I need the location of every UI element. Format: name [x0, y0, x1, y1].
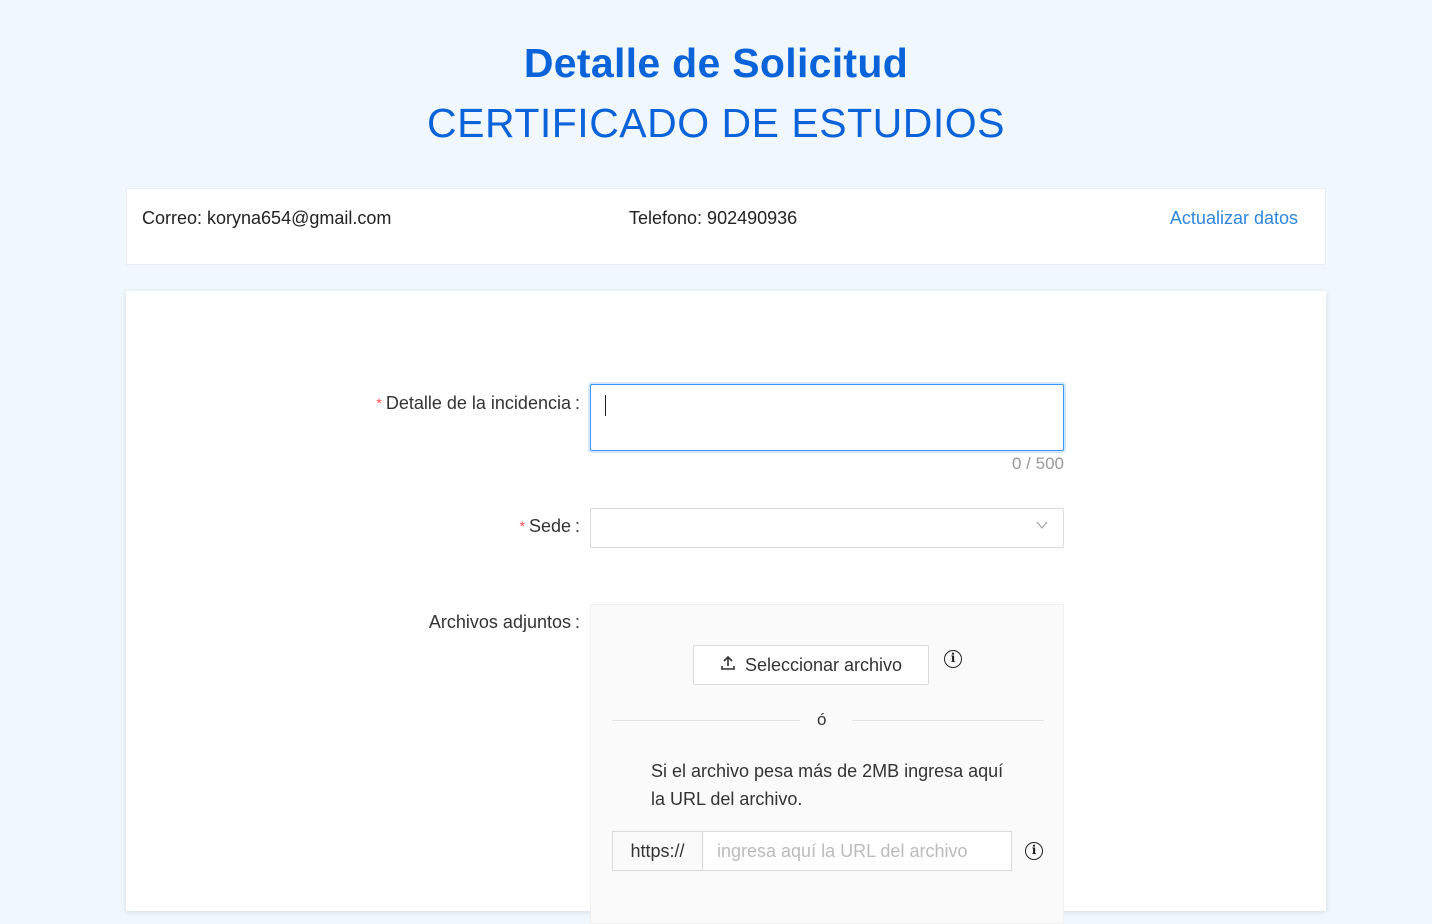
attachments-label: Archivos adjuntos:: [126, 612, 580, 633]
update-data-link[interactable]: Actualizar datos: [1170, 208, 1298, 229]
label-colon: :: [574, 393, 580, 413]
page-subtitle: CERTIFICADO DE ESTUDIOS: [427, 100, 1005, 146]
info-icon[interactable]: i: [944, 650, 962, 668]
divider-line: [852, 720, 1044, 721]
detail-textarea[interactable]: [590, 384, 1064, 451]
sede-label: * Sede:: [126, 516, 580, 537]
contact-email: Correo: koryna654@gmail.com: [142, 208, 392, 228]
required-mark: *: [376, 395, 382, 411]
contact-card: Correo: koryna654@gmail.com Telefono: 90…: [126, 188, 1326, 265]
large-file-hint: Si el archivo pesa más de 2MB ingresa aq…: [651, 761, 1004, 809]
chevron-down-icon: [1035, 518, 1049, 535]
detail-label: * Detalle de la incidencia:: [126, 393, 580, 414]
contact-phone: Telefono: 902490936: [629, 208, 798, 228]
divider-line: [612, 720, 800, 721]
info-icon[interactable]: i: [1025, 842, 1043, 860]
label-colon: :: [574, 516, 580, 536]
url-input[interactable]: ingresa aquí la URL del archivo: [703, 831, 1012, 871]
url-input-group: https:// ingresa aquí la URL del archivo: [612, 831, 1012, 871]
url-prefix: https://: [612, 831, 703, 871]
sede-label-text: Sede: [528, 516, 571, 536]
request-form: * Detalle de la incidencia: 0 / 500 * Sede…: [126, 291, 1326, 924]
character-counter: 0 / 500: [1012, 454, 1064, 473]
text-caret: [605, 395, 606, 416]
sede-select[interactable]: [590, 508, 1064, 548]
divider-or: ó: [817, 710, 827, 729]
attachments-box: Seleccionar archivo i ó Si el archivo pe…: [590, 604, 1064, 924]
required-mark: *: [519, 518, 525, 534]
detail-label-text: Detalle de la incidencia: [385, 393, 571, 413]
select-file-button[interactable]: Seleccionar archivo: [693, 645, 929, 685]
attachments-label-text: Archivos adjuntos: [428, 612, 571, 632]
upload-icon: [720, 655, 736, 676]
select-file-label: Seleccionar archivo: [744, 654, 903, 675]
label-colon: :: [574, 612, 580, 632]
page-title: Detalle de Solicitud: [523, 40, 909, 86]
